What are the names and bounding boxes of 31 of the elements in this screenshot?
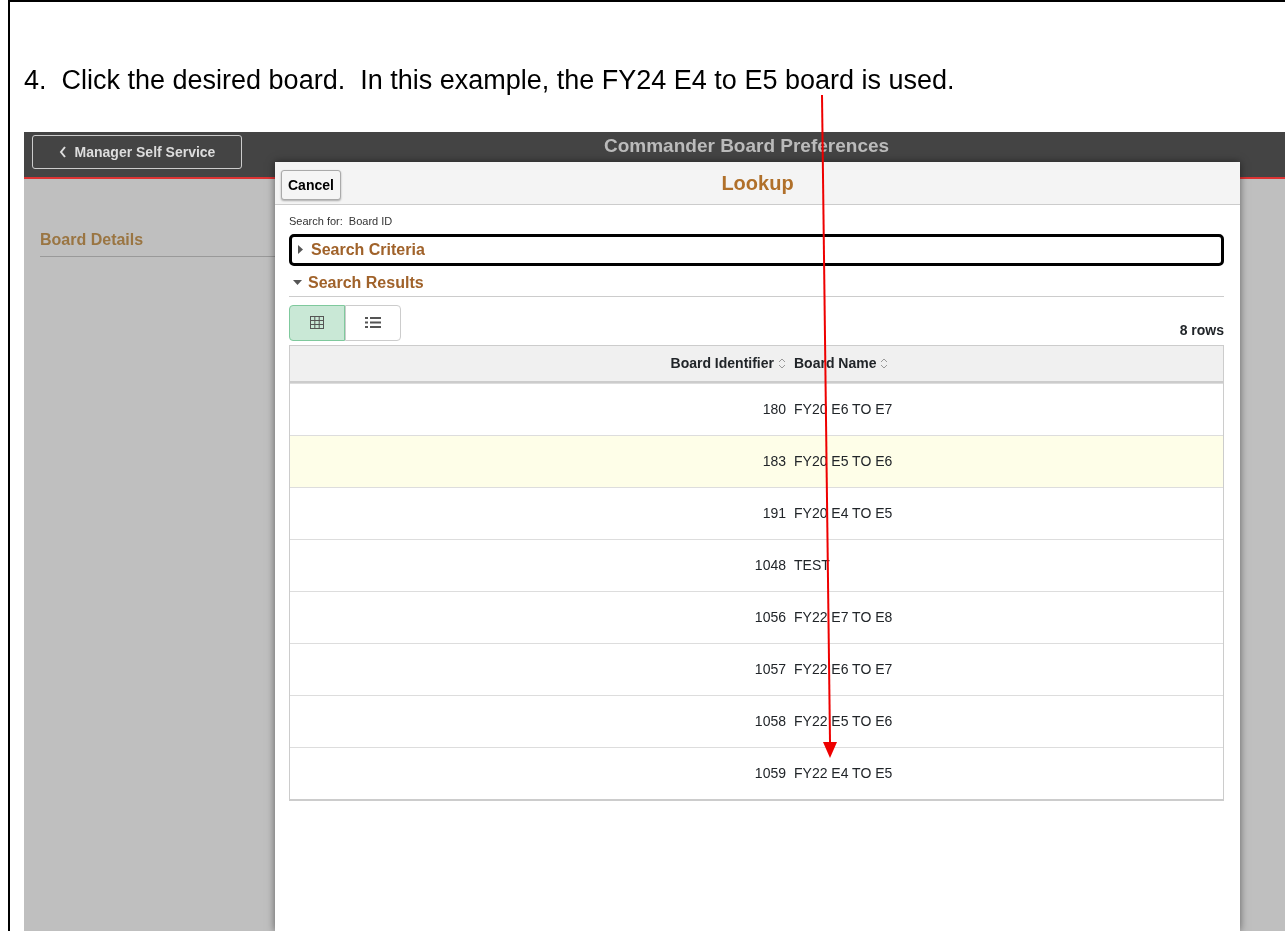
chevron-left-icon [58,145,67,159]
table-cell-text: FY22 E5 TO E6 [794,711,893,731]
search-for-value: Board ID [348,214,393,229]
column-header[interactable]: Board Identifier [670,352,774,374]
section-toggle[interactable]: Search Criteria [289,233,1224,266]
section-toggle[interactable]: Search Results [289,269,1224,297]
cancel-button[interactable]: Cancel [281,170,341,200]
table-cell-text: FY22 E4 TO E5 [794,763,893,783]
table-cell-text: 1058 [753,711,787,731]
grid-view-button[interactable] [289,304,345,341]
table-cell-text: 180 [761,399,787,419]
row-count: 8 rows [1179,320,1224,340]
table-cell-text: FY22 E7 TO E8 [794,607,893,627]
table-cell-text: 1059 [753,763,787,783]
caret-down-icon [293,278,302,287]
table-cell-text: 1056 [753,607,787,627]
table-cell-text: 1057 [753,659,787,679]
sort-icon [778,357,786,369]
table-cell-text: FY22 E6 TO E7 [794,659,893,679]
dialog-title: Lookup [721,171,794,196]
list-icon [365,316,381,329]
table-cell-text: 1048 [753,555,787,575]
table-cell-text: 183 [761,451,787,471]
instruction-text: 4. Click the desired board. In this example, the FY24 E4 to E5 board is used. [24,64,955,97]
sort-icon [880,357,889,369]
grid-icon [310,316,324,329]
caret-right-icon [296,245,305,254]
back-button[interactable]: Manager Self Service [32,135,242,169]
table-cell-text: 191 [761,503,787,523]
search-for-label: Search for: [289,214,343,229]
list-view-button[interactable] [345,304,401,341]
